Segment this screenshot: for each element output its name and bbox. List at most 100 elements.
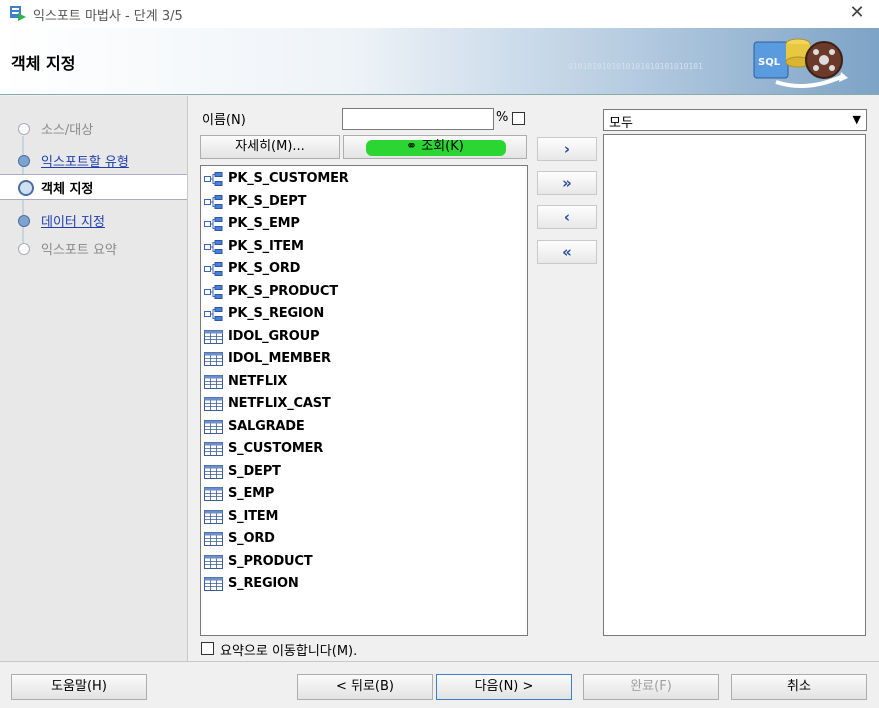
table-icon <box>204 577 223 591</box>
details-button[interactable]: 자세히(M)... <box>200 135 340 159</box>
object-name: S_PRODUCT <box>228 553 313 569</box>
table-icon <box>204 554 223 569</box>
sql-database-icon: SQL <box>753 38 848 88</box>
list-item[interactable]: PK_S_CUSTOMER <box>203 168 523 190</box>
dropdown-value: 모두 <box>609 116 633 131</box>
object-name: IDOL_MEMBER <box>228 351 331 366</box>
list-item[interactable]: NETFLIX <box>203 371 523 393</box>
page-title: 객체 지정 <box>11 54 76 73</box>
step-link[interactable]: 익스포트할 유형 <box>41 151 129 170</box>
wizard-banner: 객체 지정 0101010101010101010101010101 SQL <box>0 28 879 95</box>
object-name: PK_S_CUSTOMER <box>228 171 349 186</box>
step-object-select: 객체 지정 <box>0 174 187 200</box>
svg-text:SQL: SQL <box>758 57 781 68</box>
list-item[interactable]: PK_S_PRODUCT <box>203 281 523 303</box>
list-item[interactable]: S_ITEM <box>203 506 523 528</box>
table-icon <box>204 419 223 434</box>
next-button[interactable]: 다음(N) > <box>436 674 572 700</box>
table-icon <box>204 374 223 389</box>
index-icon <box>204 307 223 321</box>
object-name: NETFLIX <box>228 373 288 389</box>
table-icon <box>204 509 223 524</box>
name-filter-label: 이름(N) <box>202 113 246 128</box>
go-to-summary-checkbox[interactable] <box>201 642 214 655</box>
export-app-icon <box>10 6 26 21</box>
cancel-button[interactable]: 취소 <box>731 674 867 700</box>
object-name: S_DEPT <box>228 463 281 479</box>
add-selected-button[interactable]: › <box>537 137 597 161</box>
table-icon <box>204 329 223 344</box>
object-name: S_CUSTOMER <box>228 441 324 456</box>
index-icon <box>204 284 223 299</box>
go-to-summary-label: 요약으로 이동합니다(M). <box>220 644 358 659</box>
list-item[interactable]: SALGRADE <box>203 416 523 438</box>
step-label: 익스포트 요약 <box>41 243 117 258</box>
percent-label: % <box>496 110 509 125</box>
step-label: 소스/대상 <box>41 123 94 138</box>
list-item[interactable]: PK_S_EMP <box>203 213 523 235</box>
close-icon[interactable]: ✕ <box>847 2 867 24</box>
index-icon <box>204 194 223 209</box>
table-icon <box>204 464 223 479</box>
lookup-button-label: 조회(K) <box>421 139 464 154</box>
list-item[interactable]: IDOL_MEMBER <box>203 348 523 370</box>
list-item[interactable]: S_DEPT <box>203 461 523 483</box>
step-link[interactable]: 데이터 지정 <box>41 211 105 230</box>
object-name: PK_S_ORD <box>228 261 301 276</box>
name-filter-input[interactable] <box>342 108 494 130</box>
table-icon <box>204 532 223 546</box>
step-done-icon <box>18 123 30 135</box>
step-source-target: 소스/대상 <box>0 116 187 140</box>
list-item[interactable]: S_ORD <box>203 528 523 550</box>
wildcard-checkbox[interactable] <box>512 112 525 125</box>
step-data-select[interactable]: 데이터 지정 <box>0 208 187 232</box>
object-name: IDOL_GROUP <box>228 328 320 344</box>
list-item[interactable]: NETFLIX_CAST <box>203 393 523 415</box>
footer-divider <box>0 661 879 662</box>
object-name: S_EMP <box>228 486 275 501</box>
object-name: PK_S_ITEM <box>228 238 304 254</box>
list-item[interactable]: S_CUSTOMER <box>203 438 523 460</box>
list-item[interactable]: IDOL_GROUP <box>203 326 523 348</box>
list-item[interactable]: PK_S_DEPT <box>203 191 523 213</box>
lookup-button[interactable]: ⚭ 조회(K) <box>343 135 527 159</box>
step-done-icon <box>18 155 30 167</box>
object-name: S_ORD <box>228 531 275 546</box>
selected-object-list[interactable] <box>603 134 866 636</box>
object-name: NETFLIX_CAST <box>228 396 331 411</box>
table-icon <box>204 487 223 501</box>
step-export-summary: 익스포트 요약 <box>0 236 187 260</box>
wizard-steps: 소스/대상 익스포트할 유형 객체 지정 데이터 지정 익스포트 요약 <box>0 96 188 661</box>
remove-all-button[interactable]: « <box>537 240 597 264</box>
object-name: PK_S_REGION <box>228 306 325 321</box>
back-button[interactable]: < 뒤로(B) <box>297 674 433 700</box>
index-icon <box>204 239 223 254</box>
step-current-icon <box>18 180 34 196</box>
list-item[interactable]: PK_S_ORD <box>203 258 523 280</box>
title-bar: 익스포트 마법사 - 단계 3/5 ✕ <box>0 0 879 28</box>
finish-button[interactable]: 완료(F) <box>583 674 719 700</box>
step-pending-icon <box>18 243 30 255</box>
index-icon <box>204 217 223 231</box>
step-label: 객체 지정 <box>41 182 94 197</box>
object-type-dropdown[interactable]: 모두 ▼ <box>603 109 867 131</box>
table-icon <box>204 352 223 366</box>
list-item[interactable]: S_EMP <box>203 483 523 505</box>
object-name: PK_S_EMP <box>228 216 300 231</box>
list-item[interactable]: PK_S_ITEM <box>203 236 523 258</box>
step-export-type[interactable]: 익스포트할 유형 <box>0 148 187 172</box>
object-name: PK_S_DEPT <box>228 193 307 209</box>
remove-selected-button[interactable]: ‹ <box>537 205 597 229</box>
object-list[interactable]: PK_S_CUSTOMER PK_S_DEPT PK_S_EMP PK_S_ITEM P… <box>200 165 528 636</box>
help-button[interactable]: 도움말(H) <box>11 674 147 700</box>
object-name: PK_S_PRODUCT <box>228 283 338 299</box>
window-title: 익스포트 마법사 - 단계 3/5 <box>33 9 183 24</box>
list-item[interactable]: S_REGION <box>203 573 523 595</box>
add-all-button[interactable]: » <box>537 171 597 195</box>
step-done-icon <box>18 215 30 227</box>
list-item[interactable]: PK_S_REGION <box>203 303 523 325</box>
index-icon <box>204 262 223 276</box>
object-name: S_REGION <box>228 576 299 591</box>
list-item[interactable]: S_PRODUCT <box>203 551 523 573</box>
index-icon <box>204 172 223 186</box>
